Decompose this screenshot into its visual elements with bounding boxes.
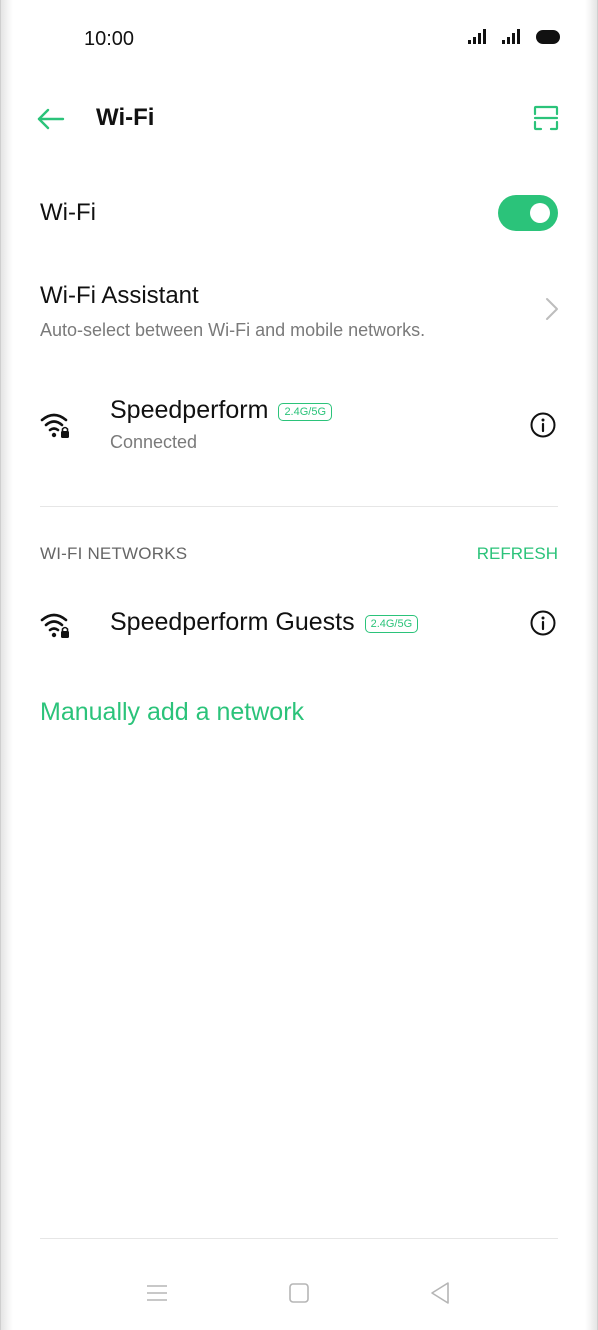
network-status: Connected — [110, 432, 198, 452]
info-icon[interactable] — [528, 410, 558, 440]
back-icon[interactable] — [426, 1278, 456, 1308]
qr-scan-icon[interactable] — [532, 104, 560, 132]
network-name: Speedperform Guests — [110, 608, 355, 636]
wifi-lock-icon — [40, 613, 69, 638]
wifi-assistant-row[interactable]: Wi-Fi Assistant Auto-select between Wi-F… — [0, 270, 598, 352]
toggle-knob — [530, 203, 550, 223]
page-title: Wi-Fi — [96, 104, 155, 131]
header: Wi-Fi — [0, 92, 598, 146]
divider — [40, 1238, 558, 1239]
status-time: 10:00 — [84, 28, 135, 50]
signal-icon — [468, 29, 486, 44]
band-badge: 2.4G/5G — [278, 402, 333, 421]
wifi-toggle-row: Wi-Fi — [0, 182, 598, 246]
wifi-assistant-subtitle: Auto-select between Wi-Fi and mobile net… — [40, 320, 426, 340]
connected-network-row[interactable]: Speedperform 2.4G/5G Connected — [0, 390, 598, 470]
wifi-networks-header: WI-FI NETWORKS — [40, 544, 188, 563]
wifi-settings-screen: 10:00 Wi-Fi Wi-Fi Wi-Fi Assistant Auto-s… — [0, 0, 598, 1330]
connected-network-name-wrap: Speedperform 2.4G/5G — [110, 396, 333, 425]
wifi-lock-icon — [40, 413, 69, 438]
wifi-toggle-switch[interactable] — [498, 195, 558, 231]
network-name: Speedperform — [110, 396, 269, 424]
signal-icon — [502, 29, 520, 44]
band-badge: 2.4G/5G — [364, 614, 419, 633]
status-icons — [468, 28, 560, 44]
network-name-wrap: Speedperform Guests 2.4G/5G — [110, 608, 419, 637]
refresh-button[interactable]: REFRESH — [477, 544, 558, 564]
navigation-bar — [0, 1268, 598, 1318]
divider — [40, 506, 558, 507]
chevron-right-icon — [546, 298, 558, 320]
status-bar: 10:00 — [0, 22, 598, 56]
info-icon[interactable] — [528, 608, 558, 638]
arrow-left-icon[interactable] — [34, 102, 68, 136]
network-list-item[interactable]: Speedperform Guests 2.4G/5G — [0, 598, 598, 654]
wifi-toggle-label: Wi-Fi — [40, 199, 96, 226]
menu-icon[interactable] — [142, 1278, 172, 1308]
manually-add-network-link[interactable]: Manually add a network — [40, 698, 304, 727]
battery-icon — [536, 30, 560, 44]
wifi-assistant-title: Wi-Fi Assistant — [40, 282, 199, 309]
home-icon[interactable] — [284, 1278, 314, 1308]
